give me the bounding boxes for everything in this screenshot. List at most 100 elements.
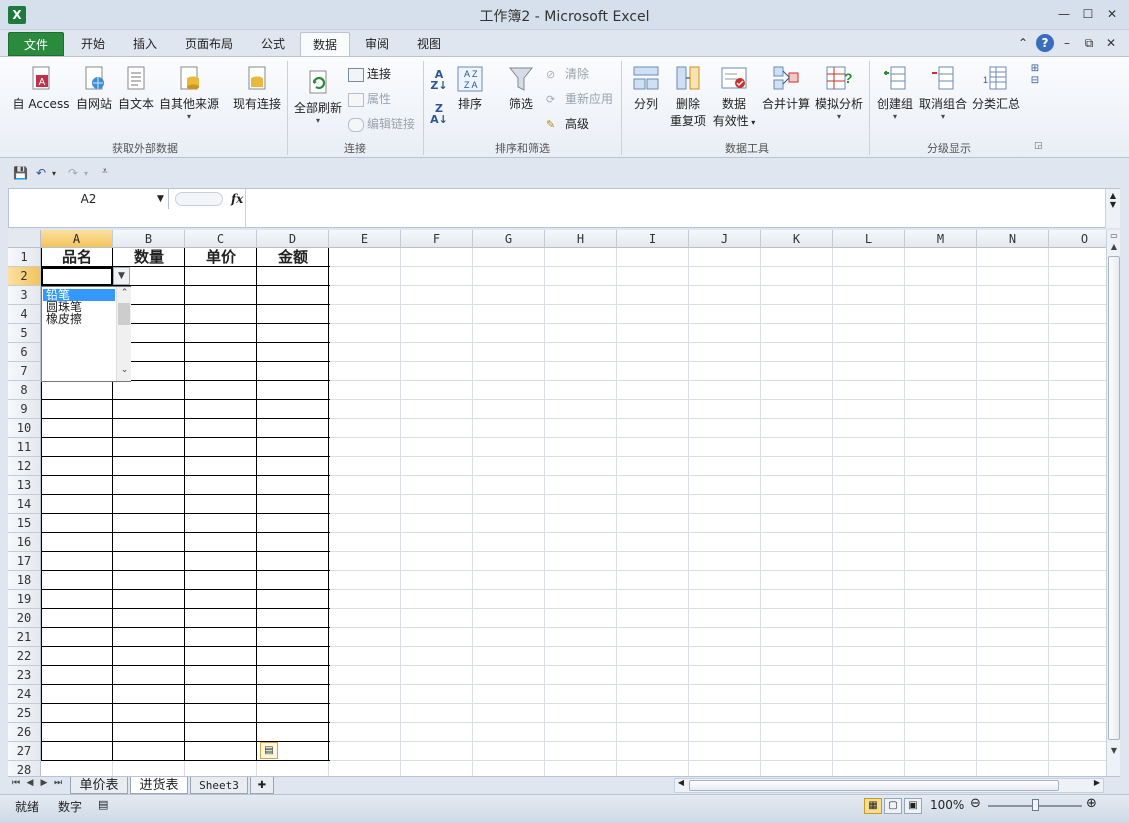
column-header-m[interactable]: M — [905, 230, 977, 248]
sort-button[interactable]: A ZZ A 排序 — [454, 63, 486, 112]
show-detail-button[interactable]: ⊞ ⊟ — [1026, 63, 1044, 87]
column-header-j[interactable]: J — [689, 230, 761, 248]
row-header-24[interactable]: 24 — [8, 685, 41, 704]
formula-scrollbar[interactable]: ▲ ▼ — [1105, 189, 1120, 228]
row-header-10[interactable]: 10 — [8, 419, 41, 438]
row-header-26[interactable]: 26 — [8, 723, 41, 742]
scroll-right-icon[interactable]: ▶ — [1091, 778, 1103, 787]
row-header-5[interactable]: 5 — [8, 324, 41, 343]
tab-review[interactable]: 审阅 — [354, 32, 400, 56]
dropdown-option[interactable]: 橡皮擦 — [43, 313, 115, 325]
row-header-7[interactable]: 7 — [8, 362, 41, 381]
row-header-28[interactable]: 28 — [8, 761, 41, 776]
close-icon[interactable]: ✕ — [1100, 4, 1124, 24]
sort-descending-button[interactable]: Z A↓ — [428, 103, 450, 125]
column-header-a[interactable]: A — [41, 230, 113, 248]
row-header-25[interactable]: 25 — [8, 704, 41, 723]
save-icon[interactable]: 💾 — [13, 166, 28, 180]
remove-duplicates-button[interactable]: 删除 重复项 — [668, 63, 708, 129]
row-header-18[interactable]: 18 — [8, 571, 41, 590]
column-header-c[interactable]: C — [185, 230, 257, 248]
tab-insert[interactable]: 插入 — [122, 32, 168, 56]
scrollbar-thumb[interactable] — [118, 303, 130, 325]
scroll-up-icon[interactable]: ▲ — [1106, 191, 1120, 200]
customize-qat-icon[interactable]: ⩡ — [102, 166, 108, 177]
help-icon[interactable]: ? — [1036, 34, 1054, 52]
validation-dropdown-list[interactable]: 铅笔 圆珠笔 橡皮擦 ⌃ ⌄ — [41, 286, 131, 382]
row-header-8[interactable]: 8 — [8, 381, 41, 400]
sheet-tab-sheet3[interactable]: Sheet3 — [190, 777, 248, 794]
macro-record-icon[interactable]: ▤ — [98, 798, 108, 811]
row-header-6[interactable]: 6 — [8, 343, 41, 362]
vertical-scrollbar[interactable]: ▭ ▲ ▼ — [1106, 230, 1120, 776]
scroll-up-icon[interactable]: ▲ — [1107, 242, 1121, 251]
page-break-view-icon[interactable]: ▣ — [904, 798, 922, 814]
ribbon-collapse-icon[interactable]: ⌃ — [1014, 34, 1032, 52]
cell-c1[interactable]: 单价 — [185, 248, 257, 267]
scrollbar-thumb[interactable] — [1108, 256, 1120, 740]
dropdown-scrollbar[interactable]: ⌃ ⌄ — [116, 287, 131, 381]
split-handle-icon[interactable]: ▭ — [1107, 231, 1121, 240]
from-text-button[interactable]: 自文本 — [116, 63, 156, 112]
insert-function-icon[interactable]: fx — [231, 189, 243, 209]
cell-d1[interactable]: 金额 — [257, 248, 329, 267]
redo-dropdown-icon[interactable]: ▾ — [84, 169, 88, 178]
redo-icon[interactable]: ↷ — [68, 166, 78, 180]
what-if-analysis-button[interactable]: ? 模拟分析 ▾ — [814, 63, 864, 121]
zoom-in-icon[interactable]: ⊕ — [1086, 796, 1097, 811]
undo-dropdown-icon[interactable]: ▾ — [52, 169, 56, 178]
column-header-o[interactable]: O — [1049, 230, 1106, 248]
reapply-button[interactable]: ⟳ 重新应用 — [546, 90, 613, 107]
ungroup-button[interactable]: 取消组合 ▾ — [918, 63, 968, 121]
minimize-icon[interactable]: — — [1052, 4, 1076, 24]
autofill-options-icon[interactable]: ▤ — [260, 742, 278, 759]
row-header-14[interactable]: 14 — [8, 495, 41, 514]
sort-ascending-button[interactable]: A Z↓ — [428, 69, 450, 91]
row-header-22[interactable]: 22 — [8, 647, 41, 666]
clear-filter-button[interactable]: ⊘ 清除 — [546, 65, 589, 82]
next-sheet-icon[interactable]: ▶ — [38, 778, 50, 788]
row-header-17[interactable]: 17 — [8, 552, 41, 571]
consolidate-button[interactable]: 合并计算 — [760, 63, 812, 112]
last-sheet-icon[interactable]: ⏭ — [52, 778, 64, 788]
row-header-20[interactable]: 20 — [8, 609, 41, 628]
column-header-g[interactable]: G — [473, 230, 545, 248]
from-access-button[interactable]: A 自 Access — [12, 63, 70, 112]
row-header-4[interactable]: 4 — [8, 305, 41, 324]
row-header-3[interactable]: 3 — [8, 286, 41, 305]
group-button[interactable]: 创建组 ▾ — [874, 63, 916, 121]
doc-restore-icon[interactable]: ⧉ — [1080, 34, 1098, 52]
formula-expand-handle[interactable] — [175, 192, 223, 206]
column-header-d[interactable]: D — [257, 230, 329, 248]
subtotal-button[interactable]: 1 分类汇总 — [970, 63, 1022, 112]
name-box-dropdown-icon[interactable]: ▼ — [157, 189, 164, 209]
doc-close-icon[interactable]: ✕ — [1102, 34, 1120, 52]
insert-sheet-icon[interactable]: ✚ — [250, 777, 274, 794]
row-header-11[interactable]: 11 — [8, 438, 41, 457]
row-header-2[interactable]: 2 — [8, 267, 41, 286]
zoom-out-icon[interactable]: ⊖ — [970, 796, 981, 811]
column-header-l[interactable]: L — [833, 230, 905, 248]
row-header-19[interactable]: 19 — [8, 590, 41, 609]
column-header-i[interactable]: I — [617, 230, 689, 248]
worksheet-grid[interactable]: ABCDEFGHIJKLMNO 1 2 3 4 5 6 7 8 9 10 11 12 13 14 15 16 1… — [8, 230, 1106, 776]
refresh-all-button[interactable]: 全部刷新 ▾ — [292, 67, 344, 125]
horizontal-scrollbar[interactable]: ◀ ▶ — [674, 778, 1104, 793]
from-web-button[interactable]: 自网站 — [74, 63, 114, 112]
normal-view-icon[interactable]: ▦ — [864, 798, 882, 814]
tab-view[interactable]: 视图 — [406, 32, 452, 56]
tab-home[interactable]: 开始 — [70, 32, 116, 56]
data-validation-button[interactable]: 数据 有效性 ▾ — [710, 63, 758, 129]
formula-input[interactable] — [249, 189, 1099, 228]
active-cell-a2[interactable] — [41, 267, 113, 286]
edit-links-button[interactable]: 编辑链接 — [348, 115, 415, 132]
row-header-1[interactable]: 1 — [8, 248, 41, 267]
filter-button[interactable]: 筛选 — [504, 63, 538, 112]
column-header-n[interactable]: N — [977, 230, 1049, 248]
from-other-sources-button[interactable]: 自其他来源 ▾ — [158, 63, 220, 121]
zoom-level[interactable]: 100% — [930, 798, 964, 812]
column-header-e[interactable]: E — [329, 230, 401, 248]
name-box[interactable]: A2 — [9, 189, 169, 209]
select-all-corner[interactable] — [8, 230, 41, 248]
row-header-12[interactable]: 12 — [8, 457, 41, 476]
